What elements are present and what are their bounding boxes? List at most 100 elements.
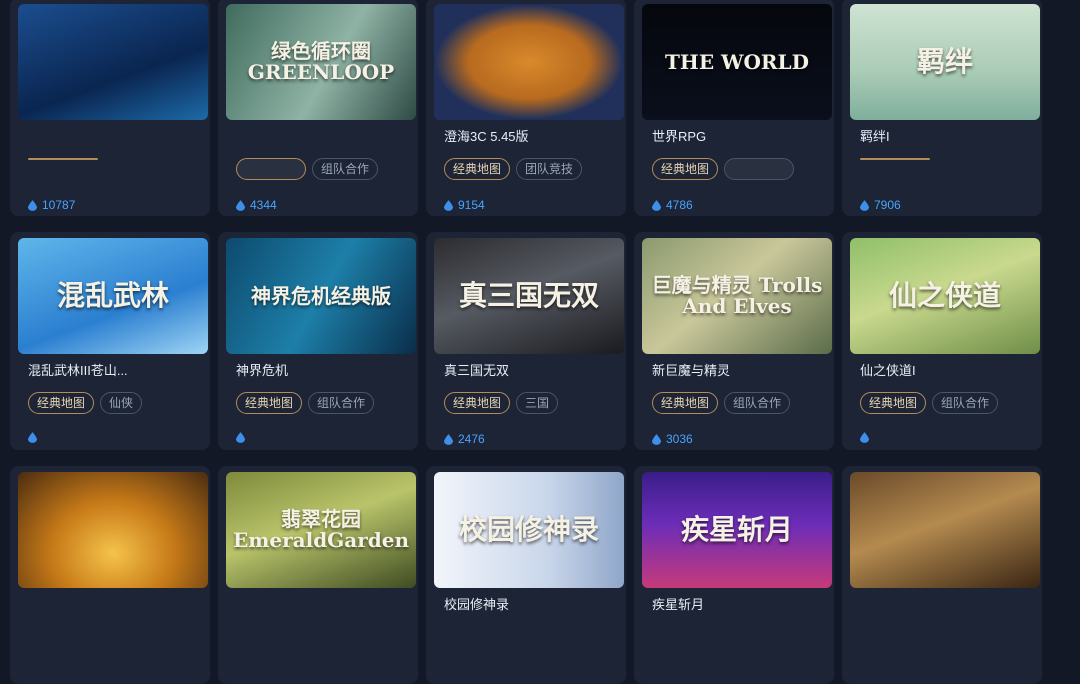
thumbnail-logo-text: THE WORLD — [665, 49, 809, 74]
map-card[interactable]: 绿色循环圈 GREENLOOP 组队合作 4344 — [218, 0, 418, 216]
map-thumbnail[interactable] — [18, 4, 208, 120]
thumbnail-logo-text: 真三国无双 — [458, 279, 599, 313]
tag[interactable] — [860, 158, 930, 160]
tag-list: 经典地图 三国 — [444, 392, 559, 414]
map-card[interactable]: THE WORLD 世界RPG 经典地图 4786 — [634, 0, 834, 216]
map-card[interactable]: 羁绊羁绊I 7906 — [842, 0, 1042, 216]
map-thumbnail[interactable]: 羁绊 — [850, 4, 1040, 120]
popularity-value: 7906 — [874, 198, 901, 212]
map-thumbnail[interactable]: 神界危机经典版 — [226, 238, 416, 354]
popularity-count: 4786 — [652, 198, 693, 212]
map-title: 校园修神录 — [444, 597, 510, 612]
drop-icon — [28, 199, 37, 211]
thumbnail-logo-text: 巨魔与精灵 Trolls And Elves — [651, 273, 823, 318]
map-thumbnail[interactable]: 绿色循环圈 GREENLOOP — [226, 4, 416, 120]
tag[interactable] — [236, 158, 306, 180]
map-thumbnail[interactable] — [434, 4, 624, 120]
thumbnail-logo-text: 混乱武林 — [56, 279, 169, 313]
map-card[interactable]: 校园修神录 校园修神录 — [426, 466, 626, 684]
map-card[interactable] — [842, 466, 1042, 684]
tag-list: 经典地图 团队竞技 — [444, 158, 583, 180]
tag[interactable] — [28, 158, 98, 160]
map-thumbnail[interactable]: THE WORLD — [642, 4, 832, 120]
map-thumbnail[interactable] — [850, 472, 1040, 588]
map-card[interactable]: 翡翠花园 EmeraldGarden — [218, 466, 418, 684]
drop-icon — [444, 433, 453, 445]
popularity-count: 7906 — [860, 198, 901, 212]
popularity-value: 10787 — [42, 198, 76, 212]
map-title: 真三国无双 — [444, 363, 510, 378]
tag[interactable]: 经典地图 — [444, 392, 511, 414]
map-thumbnail[interactable] — [18, 472, 208, 588]
tag[interactable]: 组队合作 — [308, 392, 375, 414]
tag-list — [28, 158, 98, 160]
map-thumbnail[interactable]: 校园修神录 — [434, 472, 624, 588]
popularity-count — [860, 432, 874, 443]
drop-icon — [652, 433, 661, 445]
tag[interactable]: 经典地图 — [860, 392, 927, 414]
popularity-count: 2476 — [444, 432, 485, 446]
popularity-count — [236, 432, 250, 443]
tag[interactable]: 经典地图 — [652, 392, 719, 414]
thumbnail-logo-text: 神界危机经典版 — [251, 283, 391, 308]
map-card[interactable]: 混乱武林混乱武林III苍山... 经典地图 仙侠 — [10, 232, 210, 450]
map-card-grid: 10787 绿色循环圈 GREENLOOP 组队合作 4344 澄海3C 5.45版经典… — [10, 0, 1042, 684]
popularity-count — [28, 432, 42, 443]
tag[interactable]: 经典地图 — [28, 392, 95, 414]
popularity-value: 9154 — [458, 198, 485, 212]
map-thumbnail[interactable]: 混乱武林 — [18, 238, 208, 354]
popularity-count: 4344 — [236, 198, 277, 212]
map-title: 新巨魔与精灵 — [652, 363, 731, 378]
drop-icon — [860, 432, 869, 443]
tag[interactable]: 三国 — [516, 392, 559, 414]
map-title: 混乱武林III苍山... — [28, 363, 128, 378]
thumbnail-logo-text: 仙之侠道 — [888, 279, 1001, 313]
map-thumbnail[interactable]: 真三国无双 — [434, 238, 624, 354]
thumbnail-logo-text: 羁绊 — [916, 45, 973, 79]
popularity-count: 9154 — [444, 198, 485, 212]
map-thumbnail[interactable]: 翡翠花园 EmeraldGarden — [226, 472, 416, 588]
tag[interactable]: 团队竞技 — [516, 158, 583, 180]
map-title: 澄海3C 5.45版 — [444, 129, 529, 144]
popularity-value: 3036 — [666, 432, 693, 446]
tag-list: 经典地图 组队合作 — [860, 392, 999, 414]
tag-list — [860, 158, 930, 160]
map-thumbnail[interactable]: 疾星斩月 — [642, 472, 832, 588]
tag-list: 经典地图 组队合作 — [236, 392, 375, 414]
drop-icon — [444, 199, 453, 211]
map-title: 羁绊I — [860, 129, 890, 144]
tag[interactable]: 组队合作 — [724, 392, 791, 414]
tag[interactable]: 经典地图 — [652, 158, 719, 180]
drop-icon — [236, 199, 245, 211]
map-card[interactable]: 仙之侠道 仙之侠道I 经典地图 组队合作 — [842, 232, 1042, 450]
map-card[interactable]: 真三国无双 真三国无双 经典地图 三国 2476 — [426, 232, 626, 450]
tag[interactable]: 经典地图 — [236, 392, 303, 414]
popularity-value: 2476 — [458, 432, 485, 446]
thumbnail-logo-text: 绿色循环圈 GREENLOOP — [247, 39, 395, 84]
tag[interactable] — [724, 158, 795, 180]
map-title: 疾星斩月 — [652, 597, 705, 612]
map-card[interactable]: 神界危机经典版神界危机经典地图 组队合作 — [218, 232, 418, 450]
drop-icon — [28, 432, 37, 443]
map-title: 神界危机 — [236, 363, 289, 378]
tag-list: 经典地图 — [652, 158, 795, 180]
thumbnail-logo-text: 翡翠花园 EmeraldGarden — [232, 507, 410, 552]
map-card[interactable] — [10, 466, 210, 684]
map-thumbnail[interactable]: 巨魔与精灵 Trolls And Elves — [642, 238, 832, 354]
tag-list: 组队合作 — [236, 158, 379, 180]
thumbnail-logo-text: 校园修神录 — [458, 513, 599, 547]
map-thumbnail[interactable]: 仙之侠道 — [850, 238, 1040, 354]
tag[interactable]: 仙侠 — [100, 392, 143, 414]
drop-icon — [236, 432, 245, 443]
map-card[interactable]: 疾星斩月 疾星斩月 — [634, 466, 834, 684]
map-card[interactable]: 澄海3C 5.45版经典地图 团队竞技 9154 — [426, 0, 626, 216]
popularity-count: 10787 — [28, 198, 75, 212]
tag[interactable]: 组队合作 — [932, 392, 999, 414]
map-card[interactable]: 巨魔与精灵 Trolls And Elves 新巨魔与精灵经典地图 组队合作 3036 — [634, 232, 834, 450]
tag-list: 经典地图 仙侠 — [28, 392, 143, 414]
tag[interactable]: 组队合作 — [312, 158, 379, 180]
thumbnail-logo-text: 疾星斩月 — [680, 513, 793, 547]
tag[interactable]: 经典地图 — [444, 158, 511, 180]
map-card[interactable]: 10787 — [10, 0, 210, 216]
map-title: 世界RPG — [652, 129, 707, 144]
